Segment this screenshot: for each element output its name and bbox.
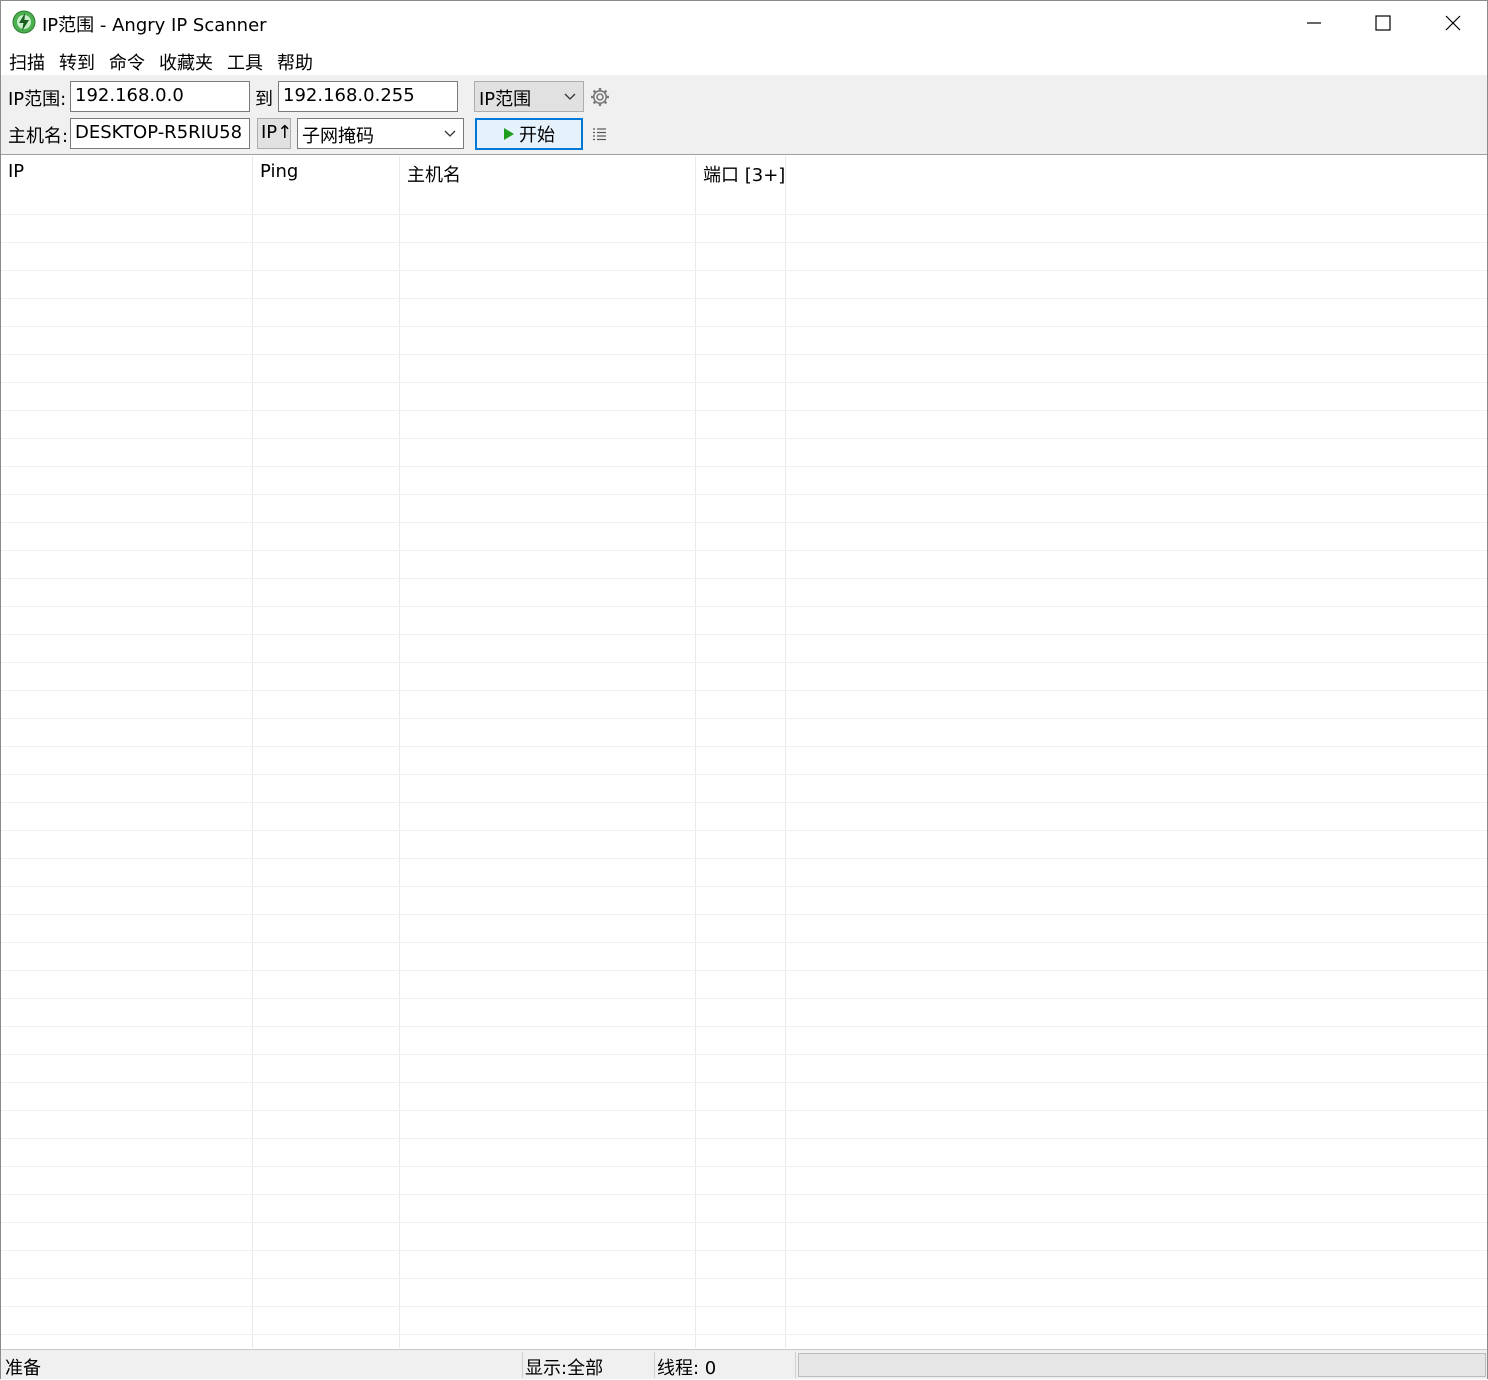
start-button[interactable]: 开始 <box>475 118 583 150</box>
menu-scan[interactable]: 扫描 <box>9 49 45 75</box>
list-menu-icon[interactable] <box>592 127 608 141</box>
table-row-gridline <box>1 1166 1487 1167</box>
table-row-gridline <box>1 410 1487 411</box>
app-window: IP范围 - Angry IP Scanner 扫描 转到 命令 收藏夹 工具 … <box>0 0 1488 1379</box>
table-row-gridline <box>1 1026 1487 1027</box>
table-row-gridline <box>1 1306 1487 1307</box>
feeder-select-value: IP范围 <box>479 89 532 110</box>
table-row-gridline <box>1 354 1487 355</box>
table-row-gridline <box>1 802 1487 803</box>
close-icon <box>1445 15 1461 31</box>
netmask-select[interactable]: 子网掩码 <box>297 118 464 149</box>
window-title: IP范围 - Angry IP Scanner <box>42 15 267 36</box>
maximize-button[interactable] <box>1348 1 1418 45</box>
ip-range-label: IP范围: <box>8 89 67 110</box>
table-row-gridline <box>1 242 1487 243</box>
maximize-icon <box>1375 15 1391 31</box>
gear-icon[interactable] <box>590 87 610 107</box>
table-row-gridline <box>1 326 1487 327</box>
table-row-gridline <box>1 886 1487 887</box>
menu-bar: 扫描 转到 命令 收藏夹 工具 帮助 <box>1 45 1487 75</box>
table-row-gridline <box>1 522 1487 523</box>
menu-favorites[interactable]: 收藏夹 <box>159 49 213 75</box>
table-row-gridline <box>1 718 1487 719</box>
table-row-gridline <box>1 606 1487 607</box>
table-row-gridline <box>1 774 1487 775</box>
table-row-gridline <box>1 914 1487 915</box>
table-row-gridline <box>1 1194 1487 1195</box>
status-display-filter[interactable]: 显示:全部 <box>523 1352 655 1379</box>
table-row-gridline <box>1 1110 1487 1111</box>
status-state: 准备 <box>3 1352 523 1379</box>
table-row-gridline <box>1 550 1487 551</box>
table-row-gridline <box>1 830 1487 831</box>
column-header-hostname[interactable]: 主机名 <box>400 156 696 188</box>
table-row-gridline <box>1 662 1487 663</box>
table-row-gridline <box>1 382 1487 383</box>
table-row-gridline <box>1 270 1487 271</box>
minimize-icon <box>1307 22 1321 24</box>
chevron-down-icon <box>444 130 456 137</box>
table-row-gridline <box>1 634 1487 635</box>
table-row-gridline <box>1 1054 1487 1055</box>
column-header-ip[interactable]: IP <box>1 156 253 188</box>
table-row-gridline <box>1 1138 1487 1139</box>
play-icon <box>504 128 514 140</box>
column-divider <box>399 156 400 1348</box>
results-table[interactable]: IP Ping 主机名 端口 [3+] <box>1 156 1487 1348</box>
toolbar: IP范围: 192.168.0.0 到 192.168.0.255 IP范围 主… <box>1 75 1487 155</box>
column-divider <box>695 156 696 1348</box>
table-row-gridline <box>1 690 1487 691</box>
table-row-gridline <box>1 466 1487 467</box>
menu-goto[interactable]: 转到 <box>59 49 95 75</box>
table-row-gridline <box>1 1222 1487 1223</box>
menu-commands[interactable]: 命令 <box>109 49 145 75</box>
table-row-gridline <box>1 578 1487 579</box>
menu-tools[interactable]: 工具 <box>227 49 263 75</box>
table-row-gridline <box>1 1278 1487 1279</box>
table-row-gridline <box>1 998 1487 999</box>
to-label: 到 <box>255 89 273 110</box>
table-row-gridline <box>1 1334 1487 1335</box>
app-logo-icon <box>12 10 36 34</box>
column-header-ports[interactable]: 端口 [3+] <box>696 156 786 188</box>
table-row-gridline <box>1 494 1487 495</box>
table-row-gridline <box>1 1082 1487 1083</box>
status-bar: 准备 显示:全部 线程: 0 <box>1 1349 1487 1379</box>
ip-sort-button[interactable]: IP↑ <box>257 118 292 149</box>
table-row-gridline <box>1 438 1487 439</box>
table-row-gridline <box>1 298 1487 299</box>
netmask-select-value: 子网掩码 <box>302 126 374 147</box>
ip-to-input[interactable]: 192.168.0.255 <box>278 81 458 112</box>
table-row-gridline <box>1 214 1487 215</box>
table-row-gridline <box>1 746 1487 747</box>
close-button[interactable] <box>1418 1 1488 45</box>
title-bar: IP范围 - Angry IP Scanner <box>1 1 1487 45</box>
column-header-ping[interactable]: Ping <box>253 156 400 188</box>
minimize-button[interactable] <box>1279 1 1349 45</box>
table-row-gridline <box>1 942 1487 943</box>
menu-help[interactable]: 帮助 <box>277 49 313 75</box>
hostname-label: 主机名: <box>8 126 69 147</box>
hostname-input[interactable]: DESKTOP-R5RIU58 <box>70 118 250 149</box>
status-threads: 线程: 0 <box>655 1352 796 1379</box>
table-row-gridline <box>1 1250 1487 1251</box>
progress-bar <box>798 1353 1486 1377</box>
column-divider <box>252 156 253 1348</box>
column-divider <box>785 156 786 1348</box>
chevron-down-icon <box>564 93 576 100</box>
ip-from-input[interactable]: 192.168.0.0 <box>70 81 250 112</box>
feeder-select[interactable]: IP范围 <box>474 81 584 112</box>
table-row-gridline <box>1 858 1487 859</box>
start-button-label: 开始 <box>519 125 555 146</box>
table-row-gridline <box>1 970 1487 971</box>
